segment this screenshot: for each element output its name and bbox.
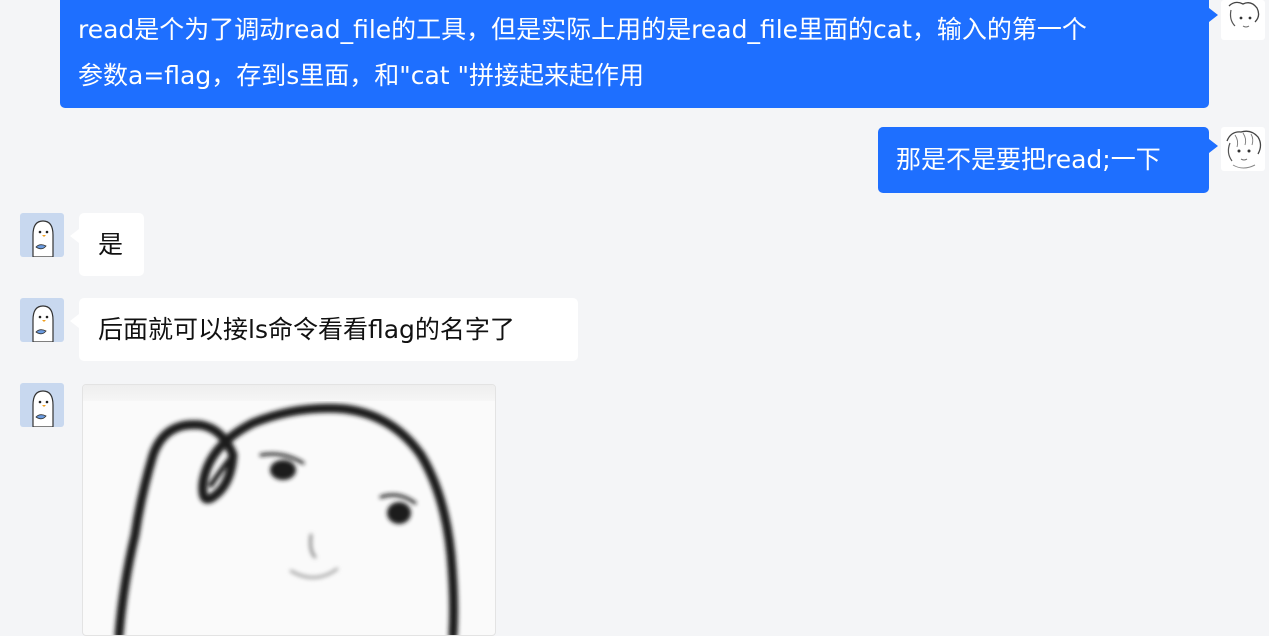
my-avatar[interactable] [1221,127,1265,171]
message-text-line: 是 [98,230,124,259]
sticker-top-strip [83,385,495,401]
my-avatar[interactable] [1221,0,1265,40]
contact-avatar[interactable] [20,213,64,257]
contact-avatar[interactable] [20,383,64,427]
message-text-line: 后面就可以接ls命令看看flag的名字了 [98,315,515,344]
message-bubble-outgoing[interactable]: 那是不是要把read;一下 [878,127,1218,193]
message-text-line: 参数a=flag，存到s里面，和"cat "拼接起来起作用 [78,61,645,90]
contact-avatar[interactable] [20,298,64,342]
message-bubble-outgoing[interactable]: read是个为了调动read_file的工具，但是实际上用的是read_file… [60,0,1218,108]
sticker-image-message[interactable] [82,384,496,636]
message-text-line: read是个为了调动read_file的工具，但是实际上用的是read_file… [78,15,1087,44]
message-bubble-incoming[interactable]: 后面就可以接ls命令看看flag的名字了 [70,298,578,361]
message-text-line: 那是不是要把read;一下 [896,145,1161,174]
message-bubble-incoming[interactable]: 是 [70,213,144,276]
meme-face-drawing [114,403,459,635]
